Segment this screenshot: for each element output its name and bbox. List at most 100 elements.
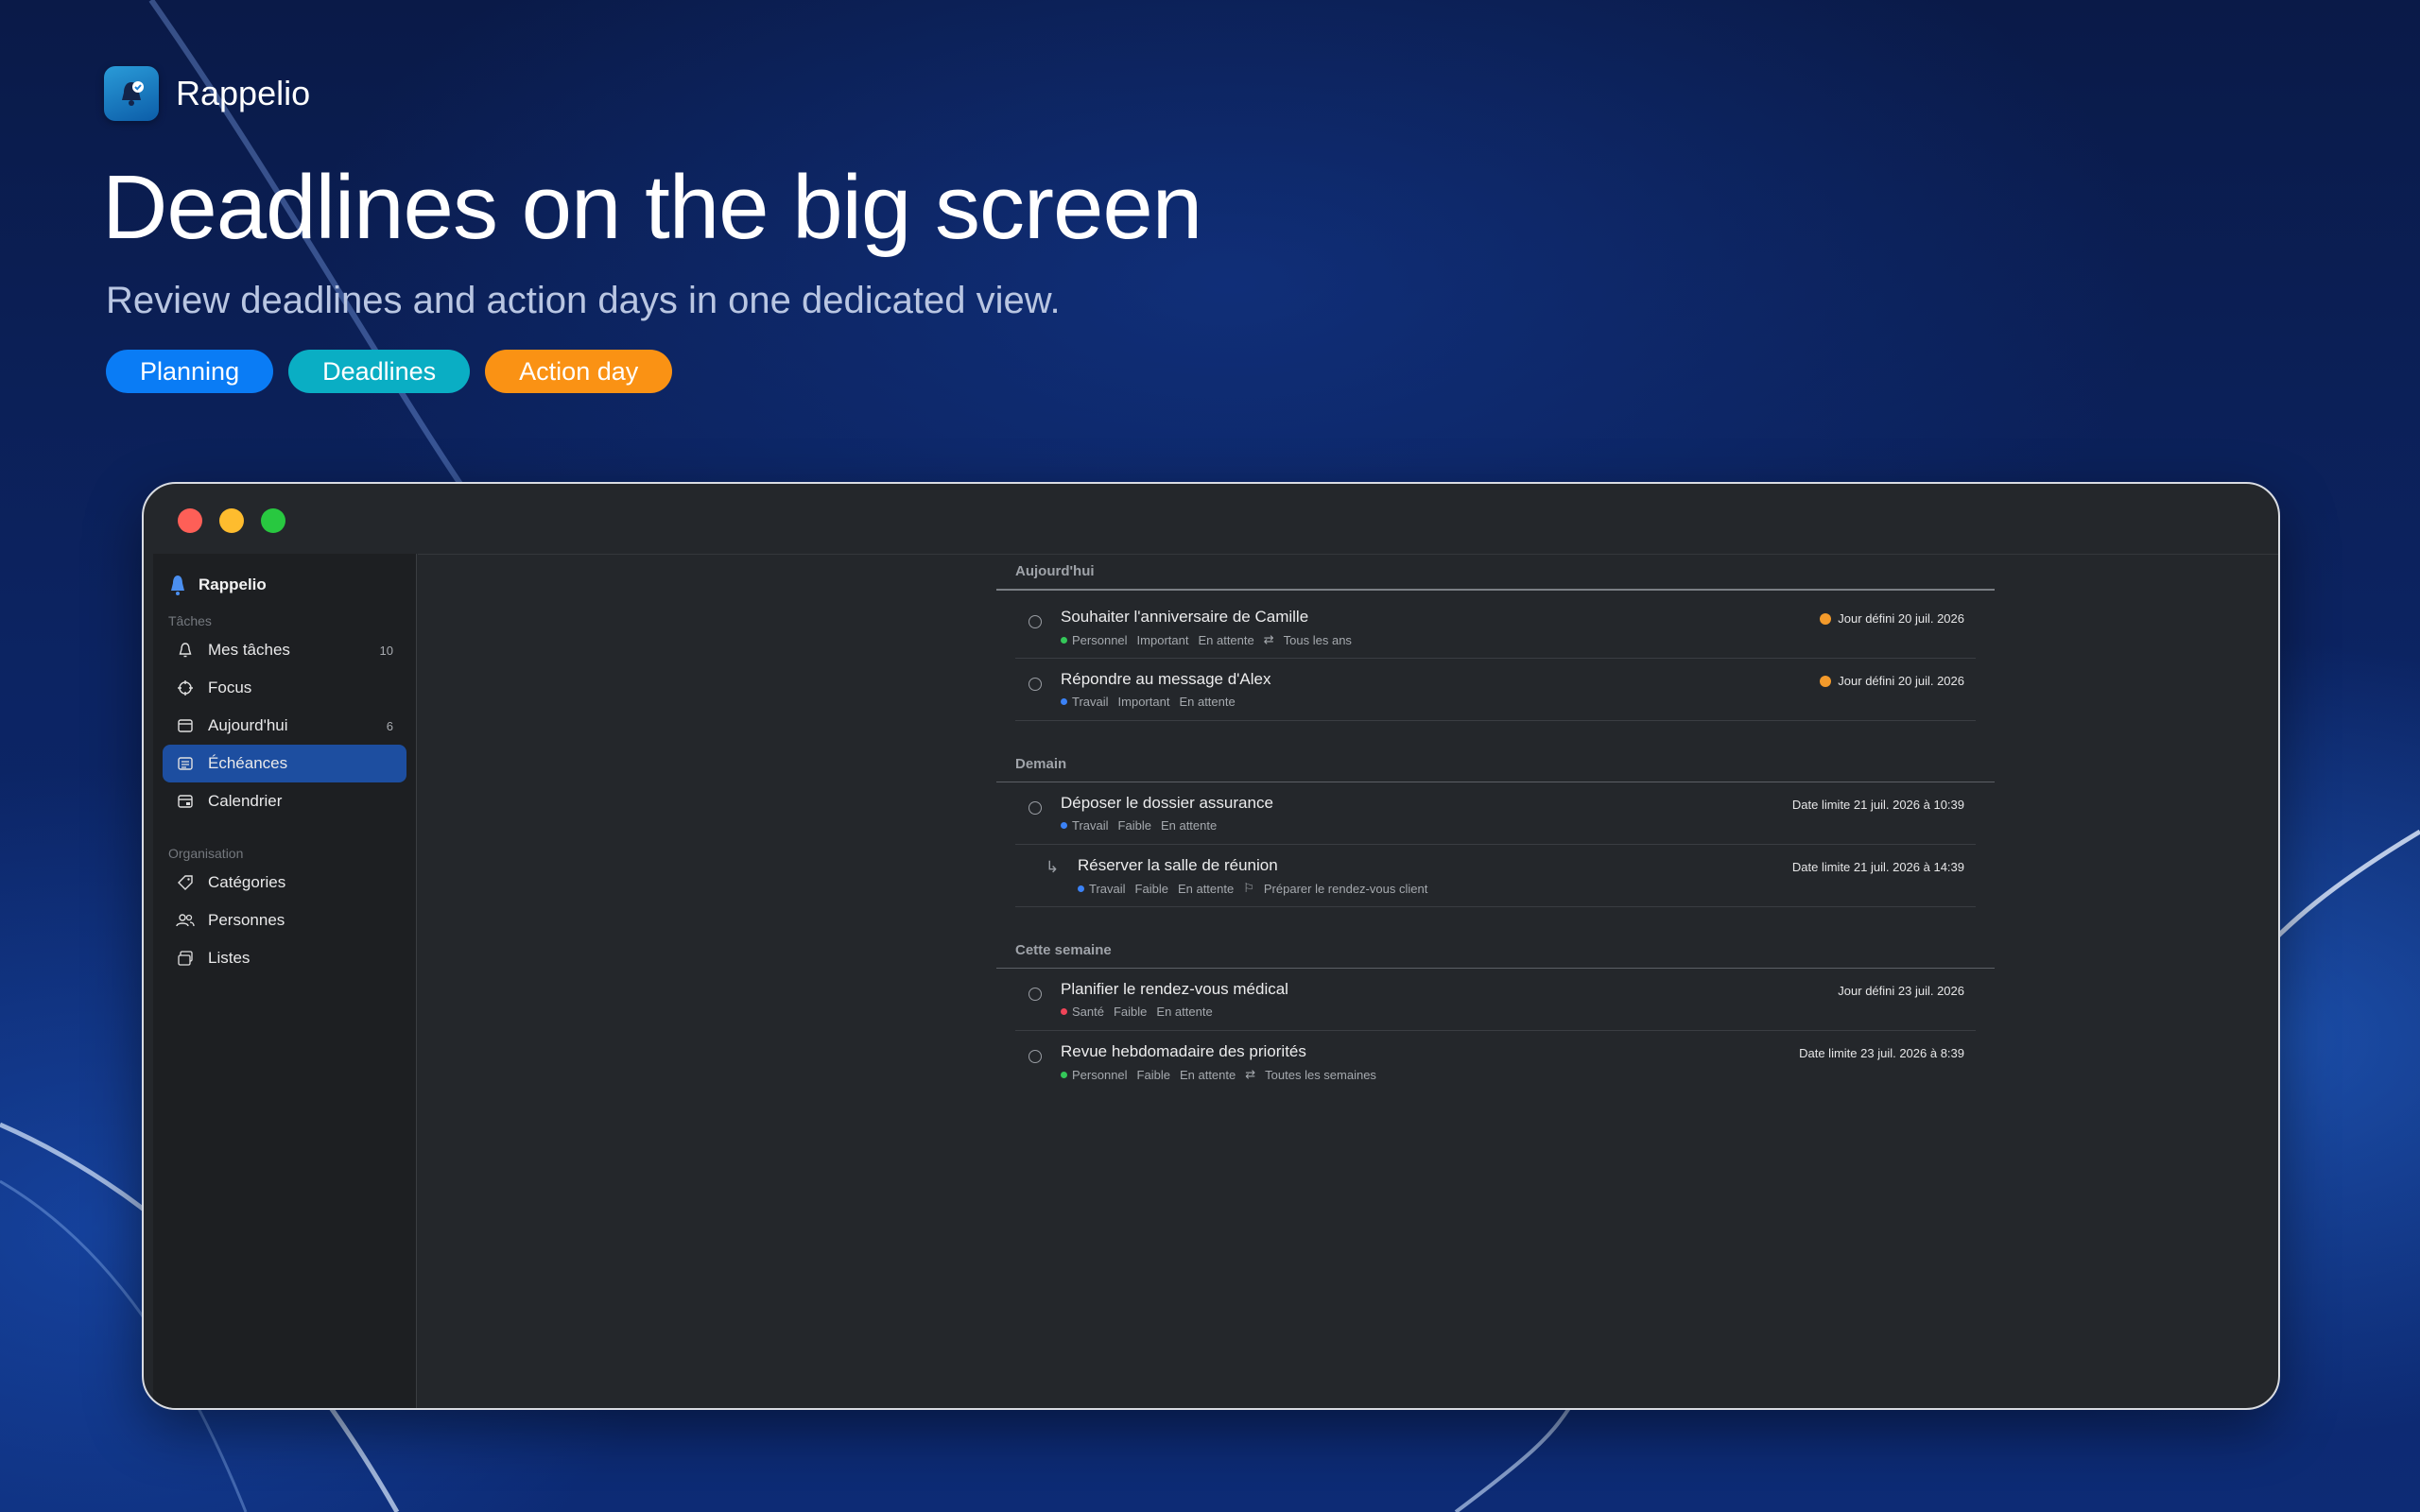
task-status: En attente [1198,632,1254,647]
brand: Rappelio [104,66,310,121]
category-dot [1061,698,1067,705]
sidebar-item-my-tasks[interactable]: Mes tâches 10 [163,631,406,669]
zoom-button[interactable] [261,508,285,533]
sidebar-item-categories[interactable]: Catégories [163,864,406,902]
task-status: En attente [1179,695,1236,709]
task-category: Santé [1072,1005,1104,1019]
task-row[interactable]: Revue hebdomadaire des priorités Personn… [1015,1031,1976,1092]
calendar-icon [176,792,195,811]
task-category: Travail [1089,881,1126,896]
task-priority: Faible [1134,881,1168,896]
sidebar-item-people[interactable]: Personnes [163,902,406,939]
minimize-button[interactable] [219,508,244,533]
task-due-text: Date limite 23 juil. 2026 à 8:39 [1799,1046,1964,1060]
people-icon [176,911,195,930]
subline: Review deadlines and action days in one … [106,280,1061,321]
task-row[interactable]: Répondre au message d'Alex Travail Impor… [1015,659,1976,721]
task-category: Personnel [1072,632,1128,647]
sidebar-item-calendar[interactable]: Calendrier [163,782,406,820]
app-window: Rappelio Tâches Mes tâches 10 Focus Aujo… [142,482,2280,1410]
task-due: Jour défini 20 juil. 2026 [1820,611,1964,626]
sidebar-item-label: Aujourd'hui [208,716,288,734]
action-day-icon [1820,612,1832,625]
calendar-day-icon [176,716,195,735]
task-priority: Faible [1136,1067,1170,1082]
sidebar-item-label: Listes [208,949,251,967]
task-due: Date limite 23 juil. 2026 à 8:39 [1799,1046,1964,1060]
category-dot [1061,1008,1067,1015]
feature-pills: Planning Deadlines Action day [106,350,673,393]
sidebar-app: Rappelio [153,554,416,601]
repeat-icon: ⇄ [1263,632,1274,646]
task-title: Déposer le dossier assurance [1061,794,1273,812]
task-repeat: Tous les ans [1283,632,1352,647]
category-dot [1061,1071,1067,1078]
category-dot [1061,822,1067,829]
titlebar [144,484,2278,552]
task-due-text: Date limite 21 juil. 2026 à 10:39 [1791,798,1964,812]
task-checkbox[interactable] [1028,615,1042,628]
sidebar-item-count: 6 [386,718,393,733]
task-checkbox[interactable] [1028,678,1042,691]
group-header-this-week: Cette semaine [996,934,1995,969]
subtask-row[interactable]: ↳ Réserver la salle de réunion Travail F… [1015,845,1976,907]
sidebar-item-label: Catégories [208,873,286,891]
task-meta: Travail Faible En attente [1061,818,1217,833]
task-title: Souhaiter l'anniversaire de Camille [1061,608,1309,626]
task-due: Jour défini 23 juil. 2026 [1838,984,1964,998]
tag-icon [176,873,195,892]
section-organisation-label: Organisation [168,846,244,861]
task-category: Personnel [1072,1067,1128,1082]
task-row[interactable]: Souhaiter l'anniversaire de Camille Pers… [1015,596,1976,659]
task-row[interactable]: Planifier le rendez-vous médical Santé F… [1015,969,1976,1031]
task-row[interactable]: Déposer le dossier assurance Travail Fai… [1015,782,1976,845]
task-checkbox[interactable] [1028,801,1042,815]
task-meta: Santé Faible En attente [1061,1005,1213,1019]
crosshair-icon [176,679,195,697]
close-button[interactable] [178,508,202,533]
task-parent: Préparer le rendez-vous client [1263,881,1428,896]
deadlines-list: Aujourd'hui Souhaiter l'anniversaire de … [996,555,1995,1092]
sidebar-item-focus[interactable]: Focus [163,669,406,707]
sidebar-item-label: Échéances [208,754,288,772]
task-priority: Important [1117,695,1170,709]
pill-action-day: Action day [485,350,673,393]
sidebar-item-count: 10 [379,643,393,658]
task-checkbox[interactable] [1028,1050,1042,1063]
group-header-tomorrow: Demain [996,747,1995,782]
task-title: Revue hebdomadaire des priorités [1061,1042,1306,1060]
task-title: Planifier le rendez-vous médical [1061,980,1288,998]
section-tasks-label: Tâches [168,613,212,628]
task-status: En attente [1156,1005,1213,1019]
task-due-text: Jour défini 23 juil. 2026 [1838,984,1964,998]
task-category: Travail [1072,818,1109,833]
app-logo-icon [104,66,159,121]
task-title: Réserver la salle de réunion [1078,856,1278,874]
sidebar-item-label: Mes tâches [208,641,290,659]
sidebar: Rappelio Tâches Mes tâches 10 Focus Aujo… [153,554,417,1408]
action-day-icon [1820,675,1832,687]
task-status: En attente [1160,818,1218,833]
list-icon [176,754,195,773]
task-meta: Travail Important En attente [1061,695,1236,709]
task-priority: Faible [1113,1005,1148,1019]
task-checkbox[interactable] [1028,988,1042,1001]
sidebar-item-today[interactable]: Aujourd'hui 6 [163,707,406,745]
pill-deadlines: Deadlines [288,350,471,393]
bell-logo-icon [171,576,184,595]
sidebar-item-lists[interactable]: Listes [163,939,406,977]
task-due: Date limite 21 juil. 2026 à 14:39 [1792,860,1964,874]
headline: Deadlines on the big screen [102,157,1202,258]
sidebar-app-name: Rappelio [199,576,267,593]
parent-task-icon: ⚐ [1243,881,1254,895]
task-due: Date limite 21 juil. 2026 à 10:39 [1792,798,1964,812]
task-priority: Faible [1117,818,1151,833]
task-meta: Personnel Important En attente ⇄ Tous le… [1061,632,1352,647]
sidebar-item-deadlines[interactable]: Échéances [163,745,406,782]
subtask-arrow-icon: ↳ [1046,858,1060,876]
sidebar-item-label: Focus [208,679,252,696]
sidebar-item-label: Personnes [208,911,285,929]
repeat-icon: ⇄ [1245,1067,1256,1081]
task-due-text: Jour défini 20 juil. 2026 [1838,611,1964,626]
task-due-text: Jour défini 20 juil. 2026 [1838,674,1964,688]
